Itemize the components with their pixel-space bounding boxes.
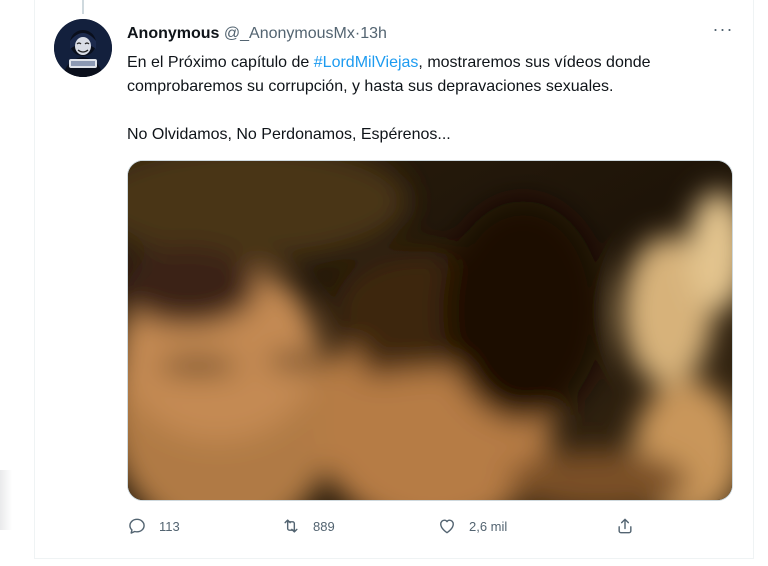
- tweet-actions: 113 889 2,6 mil: [127, 514, 647, 538]
- more-icon[interactable]: ···: [711, 20, 735, 42]
- blurred-photo: [128, 161, 732, 500]
- retweet-button[interactable]: 889: [281, 514, 335, 538]
- hashtag-link[interactable]: #LordMilViejas: [314, 54, 419, 71]
- like-button[interactable]: 2,6 mil: [437, 514, 507, 538]
- tweet-text-line-1: En el Próximo capítulo de #LordMilViejas…: [127, 51, 727, 75]
- text-segment: , mostraremos sus vídeos donde: [418, 54, 651, 71]
- timestamp[interactable]: 13h: [360, 25, 387, 42]
- reply-count: 113: [159, 518, 180, 534]
- like-count: 2,6 mil: [469, 518, 508, 534]
- tweet-text: En el Próximo capítulo de #LordMilViejas…: [127, 51, 727, 147]
- retweet-icon: [284, 519, 298, 533]
- tweet-media-image[interactable]: [127, 160, 733, 501]
- tweet-text-line-3: No Olvidamos, No Perdonamos, Espérenos..…: [127, 126, 451, 143]
- reply-icon: [129, 518, 145, 534]
- text-segment: En el Próximo capítulo de: [127, 54, 314, 71]
- author-handle[interactable]: @_AnonymousMx: [224, 25, 355, 42]
- reply-button[interactable]: 113: [127, 514, 180, 538]
- thread-connector-line: [82, 0, 84, 14]
- gutter-shadow: [0, 470, 12, 530]
- retweet-count: 889: [313, 518, 335, 534]
- author-name[interactable]: Anonymous: [127, 25, 219, 42]
- share-button[interactable]: [615, 514, 635, 538]
- heart-icon: [440, 519, 454, 534]
- tweet-header: Anonymous @_AnonymousMx·13h: [127, 24, 713, 44]
- share-icon: [618, 518, 632, 534]
- tweet[interactable]: Anonymous @_AnonymousMx·13h ··· En el Pr…: [34, 0, 754, 559]
- left-gutter: [0, 0, 34, 566]
- avatar[interactable]: [54, 19, 112, 77]
- avatar-image: [54, 19, 112, 77]
- tweet-text-line-2: comprobaremos su corrupción, y hasta sus…: [127, 78, 614, 95]
